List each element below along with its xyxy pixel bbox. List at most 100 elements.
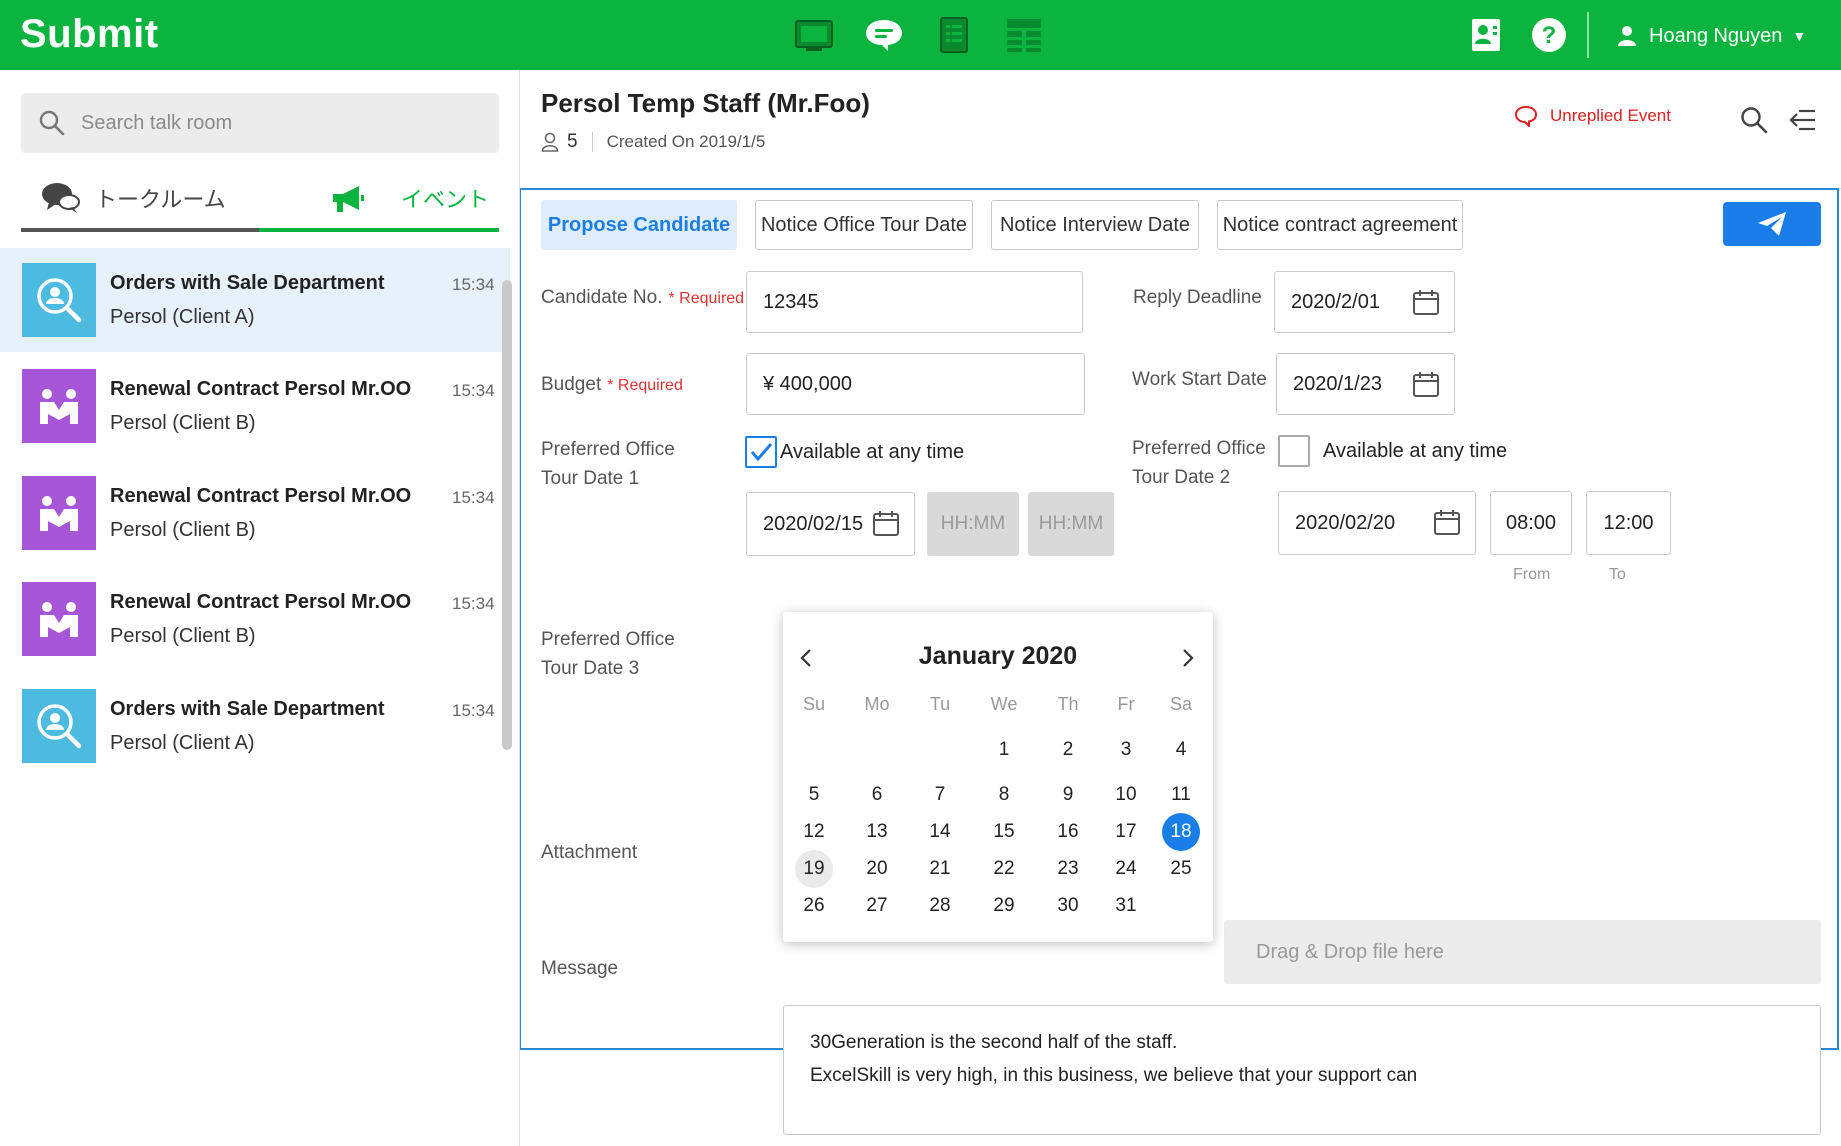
- calendar-day[interactable]: 19: [795, 850, 833, 888]
- dashboard-icon[interactable]: [792, 13, 836, 57]
- calendar-day[interactable]: 15: [985, 813, 1023, 851]
- tab-talk-room[interactable]: トークルーム: [21, 168, 259, 232]
- calendar-day[interactable]: 12: [795, 813, 833, 851]
- calendar-day[interactable]: 10: [1107, 776, 1145, 814]
- candidate-no-field[interactable]: 12345: [746, 271, 1083, 333]
- help-icon[interactable]: ?: [1528, 14, 1570, 56]
- calendar-day[interactable]: 6: [858, 776, 896, 814]
- calendar-day-selected[interactable]: 18: [1162, 813, 1200, 851]
- calendar-day[interactable]: 23: [1049, 850, 1087, 888]
- room-meta: 5 Created On 2019/1/5: [541, 130, 765, 154]
- calendar-day[interactable]: 29: [985, 887, 1023, 925]
- list-item[interactable]: Renewal Contract Persol Mr.OO Persol (Cl…: [0, 461, 510, 565]
- work-start-label: Work Start Date: [1132, 369, 1267, 390]
- tour-date-3-label: Preferred Office Tour Date 3: [541, 625, 675, 683]
- message-line-2: ExcelSkill is very high, in this busines…: [810, 1065, 1418, 1086]
- calendar-day[interactable]: 22: [985, 850, 1023, 888]
- room-title: Renewal Contract Persol Mr.OO: [110, 485, 412, 507]
- reply-deadline-field[interactable]: 2020/2/01: [1274, 271, 1455, 333]
- weekday-label: Tu: [929, 693, 951, 714]
- collapse-menu-icon[interactable]: [1786, 104, 1818, 136]
- calendar-day[interactable]: 13: [858, 813, 896, 851]
- message-textarea[interactable]: 30Generation is the second half of the s…: [783, 1005, 1821, 1135]
- search-input[interactable]: [81, 93, 481, 153]
- svg-text:?: ?: [1542, 22, 1557, 49]
- tour-date-2-any-time-checkbox[interactable]: [1278, 435, 1310, 467]
- calendar-icon[interactable]: [1412, 370, 1440, 398]
- list-item[interactable]: Renewal Contract Persol Mr.OO Persol (Cl…: [0, 567, 510, 671]
- calendar-day[interactable]: 2: [1049, 731, 1087, 769]
- list-item[interactable]: Orders with Sale Department Persol (Clie…: [0, 674, 510, 778]
- work-start-field[interactable]: 2020/1/23: [1276, 353, 1455, 415]
- tour-date-1-label-line1: Preferred Office: [541, 439, 675, 460]
- list-item[interactable]: Renewal Contract Persol Mr.OO Persol (Cl…: [0, 354, 510, 458]
- clipboard-list-icon[interactable]: [932, 13, 976, 57]
- file-dropzone[interactable]: Drag & Drop file here: [1224, 920, 1821, 984]
- calendar-day[interactable]: 14: [921, 813, 959, 851]
- table-grid-icon[interactable]: [1002, 13, 1046, 57]
- page-title: Persol Temp Staff (Mr.Foo): [541, 88, 870, 118]
- tour-date-2-to-field[interactable]: 12:00: [1586, 491, 1671, 555]
- calendar-day[interactable]: 21: [921, 850, 959, 888]
- candidate-no-value: 12345: [763, 290, 819, 313]
- chat-icon[interactable]: [862, 13, 906, 57]
- calendar-day[interactable]: 9: [1049, 776, 1087, 814]
- calendar-icon[interactable]: [1412, 288, 1440, 316]
- candidate-no-label-text: Candidate No.: [541, 287, 663, 308]
- user-menu[interactable]: Hoang Nguyen ▼: [1617, 20, 1806, 52]
- calendar-day[interactable]: 7: [921, 776, 959, 814]
- calendar-day[interactable]: 8: [985, 776, 1023, 814]
- reply-deadline-value: 2020/2/01: [1291, 290, 1380, 313]
- unreplied-event-link[interactable]: Unreplied Event: [1514, 105, 1671, 127]
- tour-date-2-date-field[interactable]: 2020/02/20: [1278, 491, 1476, 555]
- calendar-day[interactable]: 28: [921, 887, 959, 925]
- list-item[interactable]: Orders with Sale Department Persol (Clie…: [0, 248, 510, 352]
- talk-room-sidebar: トークルーム イベント Orders with Sale Department …: [0, 70, 520, 1146]
- budget-field[interactable]: ¥ 400,000: [746, 353, 1085, 415]
- tour-date-2-label: Preferred Office Tour Date 2: [1132, 434, 1266, 492]
- topbar-divider: [1587, 12, 1589, 58]
- app-brand[interactable]: Submit: [20, 12, 159, 57]
- calendar-icon[interactable]: [872, 509, 900, 537]
- tab-notice-interview-date[interactable]: Notice Interview Date: [991, 200, 1199, 250]
- calendar-day[interactable]: 25: [1162, 850, 1200, 888]
- calendar-day[interactable]: 16: [1049, 813, 1087, 851]
- tour-date-1-to-field[interactable]: HH:MM: [1028, 492, 1114, 556]
- calendar-day[interactable]: 3: [1107, 731, 1145, 769]
- calendar-icon[interactable]: [1433, 508, 1461, 536]
- calendar-day[interactable]: 1: [985, 731, 1023, 769]
- tab-propose-candidate[interactable]: Propose Candidate: [541, 200, 737, 250]
- tour-date-1-date-field[interactable]: 2020/02/15: [746, 492, 915, 556]
- calendar-day[interactable]: 27: [858, 887, 896, 925]
- tab-notice-contract-agreement[interactable]: Notice contract agreement: [1217, 200, 1463, 250]
- member-count: 5: [567, 131, 578, 152]
- room-subtitle: Persol (Client B): [110, 625, 256, 647]
- search-icon[interactable]: [1738, 104, 1770, 136]
- checkmark-icon: [750, 443, 773, 462]
- calendar-day[interactable]: 17: [1107, 813, 1145, 851]
- calendar-day[interactable]: 11: [1162, 776, 1200, 814]
- tour-date-2-from-field[interactable]: 08:00: [1490, 491, 1572, 555]
- tour-date-3-label-line1: Preferred Office: [541, 629, 675, 650]
- weekday-label: Mo: [864, 693, 890, 714]
- send-button[interactable]: [1723, 202, 1821, 246]
- contact-card-icon[interactable]: [1466, 14, 1508, 56]
- speech-bubble-icon: [1514, 105, 1538, 127]
- tab-notice-office-tour-date[interactable]: Notice Office Tour Date: [755, 200, 973, 250]
- calendar-day[interactable]: 30: [1049, 887, 1087, 925]
- calendar-day[interactable]: 20: [858, 850, 896, 888]
- date-picker-popup: January 2020 Su Mo Tu We Th Fr Sa 1 2 3 4 5 6 7 8 9 10 11…: [783, 612, 1213, 942]
- tab-event[interactable]: イベント: [259, 168, 499, 232]
- calendar-day[interactable]: 26: [795, 887, 833, 925]
- unreplied-event-label: Unreplied Event: [1550, 106, 1671, 125]
- calendar-day[interactable]: 4: [1162, 731, 1200, 769]
- attachment-label: Attachment: [541, 842, 638, 863]
- room-list-scrollbar[interactable]: [502, 280, 512, 750]
- calendar-day[interactable]: 24: [1107, 850, 1145, 888]
- room-subtitle: Persol (Client B): [110, 519, 256, 541]
- tour-date-1-from-field[interactable]: HH:MM: [927, 492, 1019, 556]
- created-date: Created On 2019/1/5: [606, 132, 766, 151]
- calendar-day[interactable]: 31: [1107, 887, 1145, 925]
- calendar-day[interactable]: 5: [795, 776, 833, 814]
- tour-date-1-any-time-checkbox[interactable]: [745, 436, 777, 468]
